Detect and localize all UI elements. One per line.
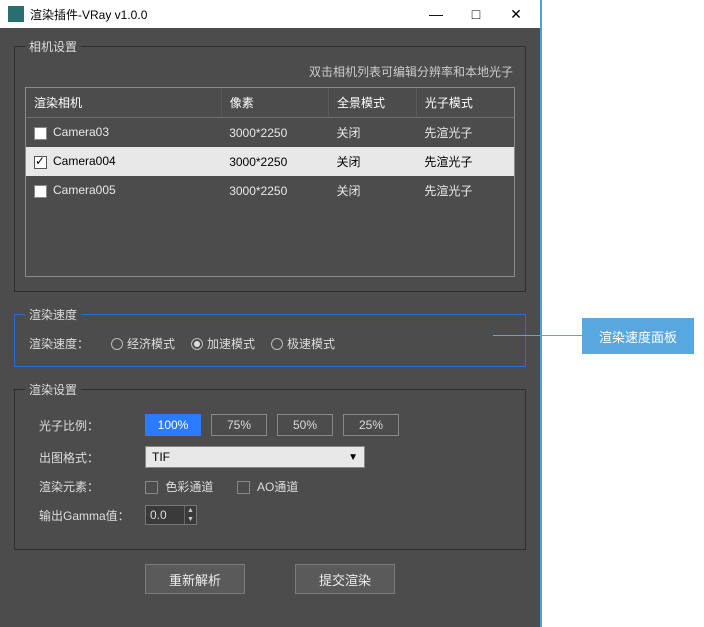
format-value: TIF [152, 450, 170, 464]
minimize-button[interactable]: — [416, 2, 456, 26]
table-row[interactable]: Camera004 3000*2250关闭先渲光子 [26, 147, 514, 176]
checkbox-icon[interactable] [34, 185, 47, 198]
radio-icon [191, 338, 203, 350]
ao-channel-label: AO通道 [257, 480, 298, 494]
gamma-input[interactable]: 0.0 ▲ ▼ [145, 505, 197, 525]
col-pixels[interactable]: 像素 [221, 88, 328, 118]
reparse-button[interactable]: 重新解析 [145, 564, 245, 594]
checkbox-icon [145, 481, 158, 494]
app-window: 渲染插件-VRay v1.0.0 — □ ✕ 相机设置 双击相机列表可编辑分辨率… [0, 0, 540, 627]
camera-pixels: 3000*2250 [221, 176, 328, 205]
app-icon [8, 6, 24, 22]
ao-channel-checkbox[interactable]: AO通道 [237, 478, 298, 495]
camera-table[interactable]: 渲染相机 像素 全景模式 光子模式 Camera033000*2250关闭先渲光… [25, 87, 515, 277]
camera-photon: 先渲光子 [416, 147, 514, 176]
camera-pixels: 3000*2250 [221, 147, 328, 176]
speed-accel-label: 加速模式 [207, 335, 255, 352]
ratio-75-button[interactable]: 75% [211, 414, 267, 436]
speed-option-turbo[interactable]: 极速模式 [271, 335, 335, 352]
close-button[interactable]: ✕ [496, 2, 536, 26]
camera-name: Camera03 [53, 125, 109, 139]
radio-icon [111, 338, 123, 350]
table-row[interactable]: Camera005 3000*2250关闭先渲光子 [26, 176, 514, 205]
camera-photon: 先渲光子 [416, 176, 514, 205]
camera-pano: 关闭 [329, 147, 417, 176]
render-settings-panel: 渲染设置 光子比例： 100% 75% 50% 25% 出图格式： TIF ▼ … [14, 381, 526, 550]
gamma-value: 0.0 [150, 508, 167, 522]
camera-name: Camera004 [53, 154, 116, 168]
ratio-50-button[interactable]: 50% [277, 414, 333, 436]
col-photon[interactable]: 光子模式 [416, 88, 514, 118]
maximize-button[interactable]: □ [456, 2, 496, 26]
camera-photon: 先渲光子 [416, 118, 514, 148]
ratio-25-button[interactable]: 25% [343, 414, 399, 436]
divider [540, 0, 542, 627]
render-speed-label: 渲染速度： [29, 335, 89, 352]
window-title: 渲染插件-VRay v1.0.0 [30, 6, 147, 23]
speed-turbo-label: 极速模式 [287, 335, 335, 352]
col-pano[interactable]: 全景模式 [329, 88, 417, 118]
table-row[interactable]: Camera03 3000*2250关闭先渲光子 [26, 118, 514, 148]
photon-ratio-label: 光子比例： [39, 417, 135, 434]
callout-line [493, 335, 583, 336]
callout-label: 渲染速度面板 [582, 318, 694, 354]
camera-pano: 关闭 [329, 118, 417, 148]
ratio-100-button[interactable]: 100% [145, 414, 201, 436]
render-speed-legend: 渲染速度 [25, 306, 81, 323]
speed-option-eco[interactable]: 经济模式 [111, 335, 175, 352]
camera-settings-legend: 相机设置 [25, 38, 81, 55]
spin-down-icon[interactable]: ▼ [184, 515, 196, 524]
camera-name: Camera005 [53, 183, 116, 197]
gamma-label: 输出Gamma值： [39, 507, 135, 524]
render-settings-legend: 渲染设置 [25, 381, 81, 398]
color-channel-checkbox[interactable]: 色彩通道 [145, 478, 213, 495]
col-name[interactable]: 渲染相机 [26, 88, 221, 118]
camera-pano: 关闭 [329, 176, 417, 205]
camera-settings-panel: 相机设置 双击相机列表可编辑分辨率和本地光子 渲染相机 像素 全景模式 光子模式… [14, 38, 526, 292]
speed-option-accel[interactable]: 加速模式 [191, 335, 255, 352]
radio-icon [271, 338, 283, 350]
elements-label: 渲染元素： [39, 478, 135, 495]
speed-eco-label: 经济模式 [127, 335, 175, 352]
chevron-down-icon: ▼ [348, 452, 358, 463]
checkbox-icon [237, 481, 250, 494]
checkbox-icon[interactable] [34, 127, 47, 140]
submit-button[interactable]: 提交渲染 [295, 564, 395, 594]
spin-up-icon[interactable]: ▲ [184, 506, 196, 515]
camera-hint: 双击相机列表可编辑分辨率和本地光子 [309, 63, 513, 80]
format-label: 出图格式： [39, 449, 135, 466]
color-channel-label: 色彩通道 [165, 480, 213, 494]
checkbox-icon[interactable] [34, 156, 47, 169]
render-speed-panel: 渲染速度 渲染速度： 经济模式 加速模式 极速模式 [14, 306, 526, 367]
titlebar: 渲染插件-VRay v1.0.0 — □ ✕ [0, 0, 540, 28]
camera-pixels: 3000*2250 [221, 118, 328, 148]
format-select[interactable]: TIF ▼ [145, 446, 365, 468]
